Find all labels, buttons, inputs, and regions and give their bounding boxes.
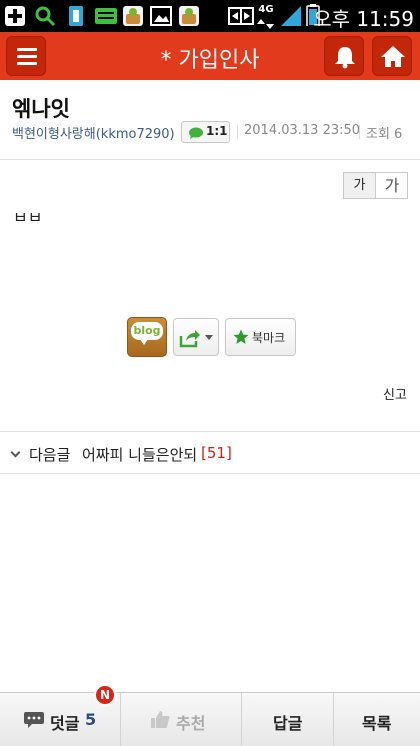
search-icon	[35, 6, 56, 27]
post-date: 2014.03.13 23:50	[244, 123, 361, 138]
blog-label: blog	[131, 322, 163, 340]
font-small-button[interactable]: 가	[344, 173, 376, 198]
menu-bar	[17, 62, 37, 65]
usb-icon	[69, 6, 83, 26]
divider	[0, 159, 420, 160]
comment-icon	[24, 712, 44, 728]
author-link[interactable]: 백현이형사랑해(kkmo7290)	[12, 123, 175, 142]
chevron-down-icon	[205, 335, 213, 340]
blog-share-button[interactable]: blog	[127, 317, 167, 357]
post-body-text: ㅂㅂ	[13, 212, 43, 227]
app-header: * 가입인사	[0, 32, 420, 80]
list-button[interactable]: 목록	[334, 693, 420, 746]
font-size-toggle: 가 가	[343, 172, 408, 199]
divider	[359, 125, 360, 139]
divider	[0, 473, 420, 474]
view-count: 조회 6	[366, 127, 403, 142]
next-post-comment-count: [51]	[201, 444, 232, 462]
reply-button[interactable]: 답글	[242, 693, 333, 746]
status-time: 오후 11:59	[313, 7, 414, 31]
menu-button[interactable]	[6, 36, 46, 76]
post-body: ㅂㅂ	[13, 212, 42, 228]
app-notification-icon	[123, 6, 143, 26]
home-icon	[381, 46, 405, 67]
home-button[interactable]	[372, 36, 412, 76]
keyboard-icon	[95, 8, 117, 24]
bookmark-button[interactable]: 북마크	[225, 318, 296, 356]
next-post-row[interactable]: 다음글 어짜피 니들은안되 [51]	[0, 432, 420, 474]
notification-button[interactable]	[324, 36, 364, 76]
data-transfer-icon	[228, 7, 254, 25]
network-type-icon: 4G	[257, 4, 275, 29]
share-button[interactable]	[173, 318, 219, 356]
recommend-label: 추천	[176, 714, 206, 733]
post-meta: 백현이형사랑해(kkmo7290) 1:1 2014.03.13 23:50 조…	[12, 121, 412, 143]
new-badge: N	[94, 684, 116, 706]
next-post-label: 다음글	[29, 446, 71, 464]
post-title: 엒나잇	[12, 97, 70, 121]
chat-bubble-icon	[189, 127, 203, 139]
recommend-button[interactable]: 추천	[121, 693, 241, 746]
comments-label: 덧글	[50, 714, 80, 733]
board-title: * 가입인사	[160, 48, 260, 73]
app-notification-icon	[179, 6, 199, 26]
bookmark-label: 북마크	[252, 331, 286, 345]
bell-icon	[335, 47, 355, 69]
star-icon	[233, 329, 249, 344]
share-icon	[179, 330, 200, 348]
plus-icon	[5, 6, 25, 26]
status-bar: 4G 오후 11:59	[0, 0, 420, 32]
signal-icon	[281, 6, 301, 26]
chat-button[interactable]: 1:1	[181, 121, 230, 143]
divider	[237, 125, 238, 139]
chevron-down-icon	[10, 447, 21, 458]
menu-bar	[17, 48, 37, 51]
report-link[interactable]: 신고	[383, 384, 407, 403]
chat-label: 1:1	[206, 124, 228, 138]
menu-bar	[17, 55, 37, 58]
blog-bubble-tail	[140, 339, 148, 345]
font-large-button[interactable]: 가	[376, 173, 408, 198]
bottom-toolbar: 덧글 5 추천 답글 목록	[0, 692, 420, 746]
thumbs-up-icon	[151, 711, 170, 728]
image-icon	[150, 6, 172, 26]
list-label: 목록	[362, 714, 392, 733]
data-arrows-icon	[257, 19, 274, 29]
comments-count: 5	[85, 710, 97, 729]
reply-label: 답글	[273, 714, 303, 733]
next-post-title[interactable]: 어짜피 니들은안되	[82, 444, 197, 465]
